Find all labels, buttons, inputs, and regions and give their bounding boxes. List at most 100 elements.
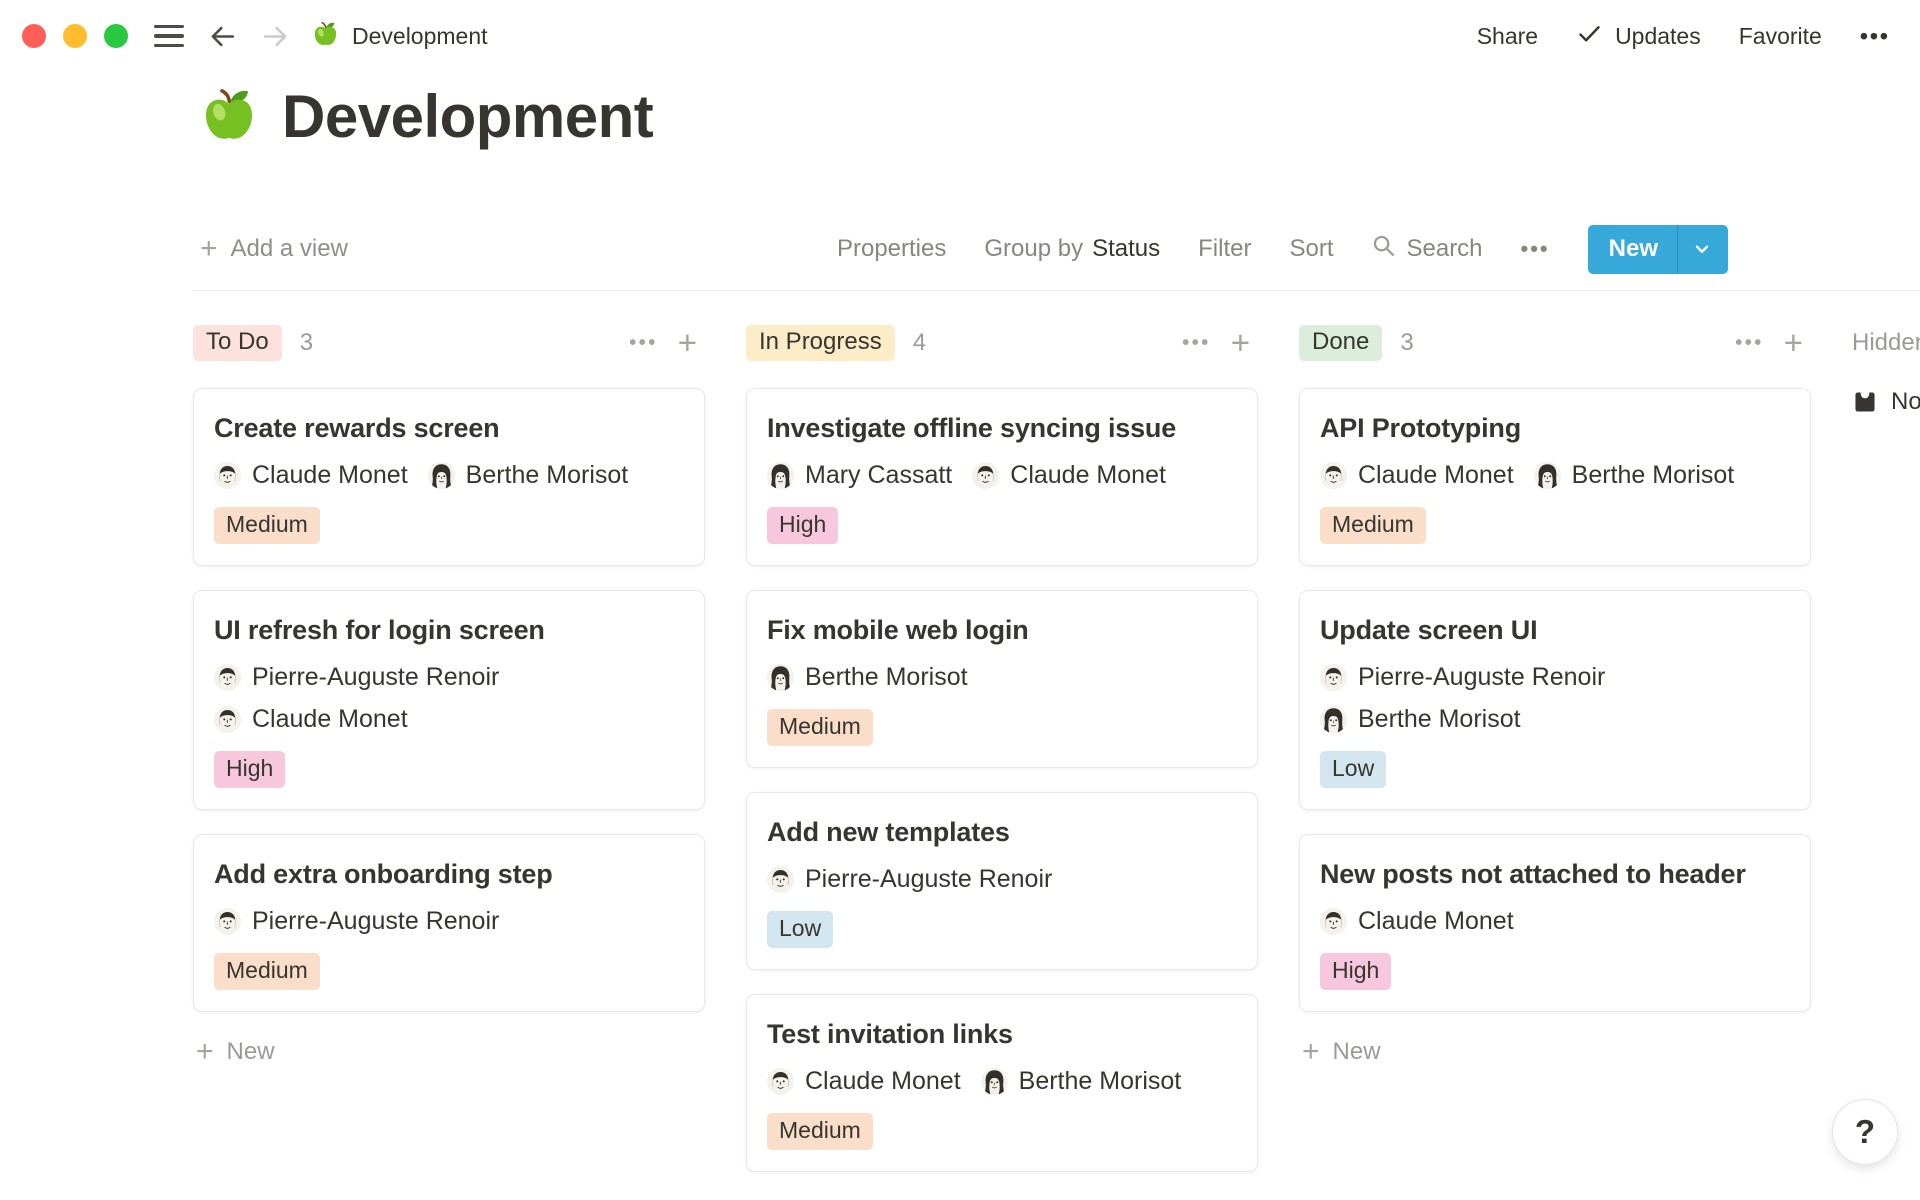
assignee-name: Claude Monet	[1358, 907, 1514, 936]
column-count: 3	[1400, 329, 1413, 357]
card-title: Investigate offline syncing issue	[767, 410, 1237, 446]
minimize-window-button[interactable]	[63, 24, 87, 48]
kanban-card[interactable]: Add new templates Pierre-Auguste RenoirL…	[746, 792, 1258, 970]
plus-icon: +	[200, 237, 218, 261]
avatar	[1320, 462, 1347, 489]
traffic-lights	[22, 24, 128, 48]
assignee: Pierre-Auguste Renoir	[214, 663, 499, 692]
priority-tag: High	[767, 507, 838, 544]
chevron-down-icon[interactable]	[1677, 225, 1728, 274]
forward-icon[interactable]	[261, 22, 290, 51]
card-assignees: Pierre-Auguste Renoir Claude Monet	[214, 663, 684, 734]
new-button-label[interactable]: New	[1588, 225, 1677, 274]
avatar	[214, 706, 241, 733]
board-column: Done 3 ••• + API Prototyping Claude Monet Be…	[1299, 324, 1811, 1066]
assignee-name: Pierre-Auguste Renoir	[252, 663, 499, 692]
card-title: UI refresh for login screen	[214, 612, 684, 648]
kanban-card[interactable]: Fix mobile web login Berthe MorisotMediu…	[746, 590, 1258, 768]
kanban-card[interactable]: API Prototyping Claude Monet Berthe Mori…	[1299, 388, 1811, 566]
assignee: Berthe Morisot	[428, 461, 629, 490]
kanban-card[interactable]: Test invitation links Claude Monet Berth…	[746, 994, 1258, 1172]
kanban-card[interactable]: Investigate offline syncing issue Mary C…	[746, 388, 1258, 566]
assignee-name: Mary Cassatt	[805, 461, 952, 490]
plus-icon: +	[1302, 1039, 1320, 1065]
assignee: Berthe Morisot	[981, 1067, 1182, 1096]
avatar	[767, 462, 794, 489]
priority-tag: High	[214, 751, 285, 788]
column-add-icon[interactable]: +	[1784, 329, 1803, 357]
search-button[interactable]: Search	[1371, 233, 1482, 265]
assignee: Claude Monet	[767, 1067, 961, 1096]
sort-button[interactable]: Sort	[1289, 235, 1333, 263]
page-title[interactable]: Development	[282, 82, 653, 151]
assignee: Pierre-Auguste Renoir	[1320, 663, 1605, 692]
card-assignees: Pierre-Auguste Renoir	[767, 865, 1237, 894]
assignee-name: Berthe Morisot	[466, 461, 629, 490]
card-title: New posts not attached to header	[1320, 856, 1790, 892]
toolbar-more-icon[interactable]: •••	[1521, 236, 1550, 262]
breadcrumb-title: Development	[352, 23, 488, 50]
more-options-icon[interactable]: •••	[1860, 23, 1890, 50]
updates-button[interactable]: Updates	[1576, 20, 1701, 53]
card-assignees: Berthe Morisot	[767, 663, 1237, 692]
column-more-icon[interactable]: •••	[629, 332, 658, 355]
avatar	[214, 462, 241, 489]
breadcrumb[interactable]: Development	[312, 20, 488, 53]
help-button[interactable]: ?	[1832, 1099, 1898, 1165]
assignee-name: Pierre-Auguste Renoir	[805, 865, 1052, 894]
back-icon[interactable]	[208, 22, 237, 51]
avatar	[214, 664, 241, 691]
new-card-label: New	[1333, 1038, 1381, 1066]
priority-tag: Low	[767, 911, 833, 948]
kanban-card[interactable]: Add extra onboarding step Pierre-Auguste…	[193, 834, 705, 1012]
column-add-icon[interactable]: +	[678, 329, 697, 357]
kanban-card[interactable]: Update screen UI Pierre-Auguste Renoir B…	[1299, 590, 1811, 810]
close-window-button[interactable]	[22, 24, 46, 48]
card-assignees: Claude Monet Berthe Morisot	[1320, 461, 1790, 490]
column-status-pill[interactable]: To Do	[193, 325, 282, 361]
properties-button[interactable]: Properties	[837, 235, 946, 263]
hidden-group-name: No Status	[1891, 388, 1920, 416]
assignee-name: Berthe Morisot	[1572, 461, 1735, 490]
sidebar-menu-icon[interactable]	[154, 25, 184, 47]
group-by-button[interactable]: Group byStatus	[984, 235, 1160, 263]
add-view-button[interactable]: + Add a view	[200, 235, 348, 263]
priority-tag: Medium	[767, 1113, 873, 1150]
column-header: In Progress 4 ••• +	[746, 324, 1258, 362]
new-button[interactable]: New	[1588, 225, 1728, 274]
card-title: Test invitation links	[767, 1016, 1237, 1052]
column-count: 3	[300, 329, 313, 357]
hidden-group-item[interactable]: No Status	[1852, 388, 1920, 416]
check-icon	[1576, 20, 1603, 53]
assignee-name: Berthe Morisot	[805, 663, 968, 692]
new-card-label: New	[227, 1038, 275, 1066]
new-card-button[interactable]: + New	[1299, 1038, 1811, 1066]
page-apple-icon[interactable]	[200, 85, 258, 148]
column-more-icon[interactable]: •••	[1735, 332, 1764, 355]
share-button[interactable]: Share	[1477, 23, 1538, 50]
column-add-icon[interactable]: +	[1231, 329, 1250, 357]
avatar	[1320, 706, 1347, 733]
favorite-button[interactable]: Favorite	[1739, 23, 1822, 50]
card-title: Add extra onboarding step	[214, 856, 684, 892]
zoom-window-button[interactable]	[104, 24, 128, 48]
assignee-name: Pierre-Auguste Renoir	[252, 907, 499, 936]
assignee-name: Claude Monet	[252, 461, 408, 490]
assignee-name: Claude Monet	[1358, 461, 1514, 490]
new-card-button[interactable]: +New	[193, 1038, 705, 1066]
avatar	[214, 908, 241, 935]
kanban-card[interactable]: UI refresh for login screen Pierre-Augus…	[193, 590, 705, 810]
filter-button[interactable]: Filter	[1198, 235, 1251, 263]
assignee: Claude Monet	[1320, 461, 1514, 490]
search-icon	[1371, 233, 1396, 265]
avatar	[767, 866, 794, 893]
assignee-name: Berthe Morisot	[1358, 705, 1521, 734]
view-toolbar: + Add a view Properties Group byStatus F…	[200, 224, 1728, 274]
column-more-icon[interactable]: •••	[1182, 332, 1211, 355]
column-status-pill[interactable]: In Progress	[746, 325, 895, 361]
assignee-name: Claude Monet	[805, 1067, 961, 1096]
column-count: 4	[913, 329, 926, 357]
column-status-pill[interactable]: Done	[1299, 325, 1382, 361]
kanban-card[interactable]: Create rewards screen Claude Monet Berth…	[193, 388, 705, 566]
kanban-card[interactable]: New posts not attached to header Claude …	[1299, 834, 1811, 1012]
